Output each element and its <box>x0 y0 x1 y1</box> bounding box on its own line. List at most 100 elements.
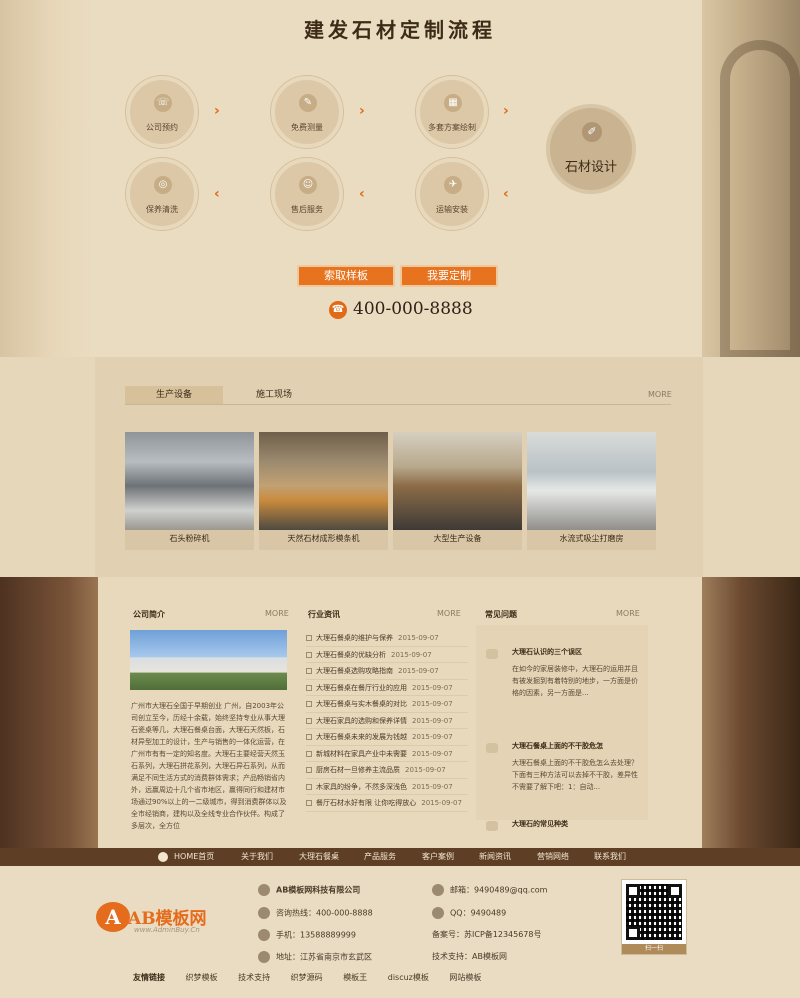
link-item[interactable]: 织梦源码 <box>291 973 323 982</box>
equipment-image <box>393 432 522 530</box>
arrow-left-icon: ‹ <box>214 186 220 202</box>
step-stone-design[interactable]: ✐ 石材设计 <box>546 104 636 194</box>
news-item[interactable]: 大理石餐桌与实木餐桌的对比 2015-09-07 <box>306 696 468 713</box>
news-item[interactable]: 大理石餐桌的优缺分析 2015-09-07 <box>306 647 468 663</box>
news-more-link[interactable]: MORE <box>437 609 461 618</box>
link-item[interactable]: discuz模板 <box>388 973 429 982</box>
icp-info: 备案号：苏ICP备12345678号 <box>432 930 542 939</box>
qr-caption: 扫一扫 <box>622 944 686 954</box>
equipment-panel: 生产设备 施工现场 MORE 石头粉碎机 天然石材成形模条机 大型生产设备 水流… <box>95 357 703 577</box>
step-label: 保养清洗 <box>146 205 178 214</box>
equipment-card[interactable]: 大型生产设备 <box>393 432 522 550</box>
faq-more-link[interactable]: MORE <box>616 609 640 618</box>
nav-contact[interactable]: 联系我们 <box>594 848 626 866</box>
equipment-card[interactable]: 石头粉碎机 <box>125 432 254 550</box>
left-decoration <box>0 577 98 848</box>
arrow-right-icon: › <box>503 103 509 119</box>
clean-icon: ◎ <box>154 176 172 194</box>
hotline: ☎ 400-000-8888 <box>329 299 473 319</box>
qq-icon <box>432 907 444 919</box>
news-item[interactable]: 大理石餐桌选购攻略指南 2015-09-07 <box>306 663 468 680</box>
news-item[interactable]: 大理石餐桌的维护与保养 2015-09-07 <box>306 630 468 647</box>
news-item[interactable]: 厨房石材一旦修养主流品质 2015-09-07 <box>306 762 468 779</box>
step-measure[interactable]: ✎ 免费测量 <box>271 76 343 148</box>
bubble-icon <box>486 743 498 753</box>
equipment-image <box>527 432 656 530</box>
bubble-icon <box>486 649 498 659</box>
nav-home[interactable]: HOME首页 <box>174 848 214 866</box>
news-item[interactable]: 大理石餐桌在餐厅行业的应用 2015-09-07 <box>306 680 468 696</box>
qr-corner <box>626 926 640 940</box>
phone-icon: ☎ <box>329 300 347 319</box>
news-item[interactable]: 新城材料在家具产业中未需要 2015-09-07 <box>306 746 468 762</box>
link-item[interactable]: 网站模板 <box>449 973 481 982</box>
nav-cases[interactable]: 客户案例 <box>422 848 454 866</box>
company-building-image <box>130 630 287 690</box>
step-design-plans[interactable]: ▦ 多套方案绘制 <box>416 76 488 148</box>
faq-panel: 大理石认识的三个误区 在如今的家居装修中，大理石的运用并且有被发掘到有着特别的地… <box>476 625 648 831</box>
custom-order-button[interactable]: 我要定制 <box>400 265 498 287</box>
about-more-link[interactable]: MORE <box>265 609 289 618</box>
nav-network[interactable]: 营销网络 <box>537 848 569 866</box>
ruler-icon: ✎ <box>299 94 317 112</box>
divider <box>125 404 671 405</box>
link-item[interactable]: 技术支持 <box>238 973 270 982</box>
site-logo[interactable]: A AB模板网 www.AdminBuy.Cn <box>96 900 236 940</box>
nav-marble-table[interactable]: 大理石餐桌 <box>299 848 339 866</box>
step-after-sales[interactable]: ☺ 售后服务 <box>271 158 343 230</box>
bullet-icon <box>306 651 312 658</box>
tab-production-equipment[interactable]: 生产设备 <box>125 386 223 404</box>
bubble-icon <box>486 821 498 831</box>
news-item[interactable]: 餐厅石材水好有限 让你吃得放心 2015-09-07 <box>306 795 468 812</box>
nav-products[interactable]: 产品服务 <box>364 848 396 866</box>
step-appointment[interactable]: ☏ 公司预约 <box>126 76 198 148</box>
bullet-icon <box>306 750 312 757</box>
arrow-left-icon: ‹ <box>359 186 365 202</box>
equipment-card[interactable]: 天然石材成形模条机 <box>259 432 388 550</box>
nav-news[interactable]: 新闻资讯 <box>479 848 511 866</box>
news-title: 行业资讯 <box>308 610 340 619</box>
equipment-card[interactable]: 水流式吸尘打磨房 <box>527 432 656 550</box>
friend-links: 友情链接 织梦模板 技术支持 织梦源码 模板王 discuz模板 网站模板 <box>133 972 499 983</box>
support-info: 技术支持：AB模板网 <box>432 952 507 961</box>
bullet-icon <box>306 684 312 691</box>
equipment-label: 天然石材成形模条机 <box>287 534 360 543</box>
logo-icon: A <box>96 902 130 932</box>
qq-info: QQ：9490489 <box>432 907 506 919</box>
news-item[interactable]: 大理石家具的选购和保养详情 2015-09-07 <box>306 713 468 729</box>
link-item[interactable]: 模板王 <box>343 973 367 982</box>
email-info: 邮箱：9490489@qq.com <box>432 884 547 896</box>
about-text: 广州市大理石全国于早期创业 广州，自2003年公司创立至今，历经十余载，始终坚持… <box>131 702 287 830</box>
request-sample-button[interactable]: 索取样板 <box>297 265 395 287</box>
arrow-right-icon: › <box>359 103 365 119</box>
news-item[interactable]: 大理石餐桌未来的发展为钱越 2015-09-07 <box>306 729 468 746</box>
mobile-icon <box>258 929 270 941</box>
step-label: 多套方案绘制 <box>428 123 476 132</box>
link-item[interactable]: 织梦模板 <box>186 973 218 982</box>
arrow-left-icon: ‹ <box>503 186 509 202</box>
service-icon: ☺ <box>299 176 317 194</box>
step-label: 公司预约 <box>146 123 178 132</box>
step-label: 免费测量 <box>291 123 323 132</box>
bullet-icon <box>306 717 312 724</box>
home-icon <box>158 852 168 862</box>
arrow-right-icon: › <box>214 103 220 119</box>
step-transport[interactable]: ✈ 运输安装 <box>416 158 488 230</box>
mail-icon <box>432 884 444 896</box>
equipment-label: 大型生产设备 <box>433 534 482 543</box>
address-info: 地址：江苏省南京市玄武区 <box>258 951 372 963</box>
faq-item[interactable]: 大理石的常见种类 <box>476 819 648 831</box>
step-maintenance[interactable]: ◎ 保养清洗 <box>126 158 198 230</box>
process-section: 建发石材定制流程 ☏ 公司预约 › ✎ 免费测量 › ▦ 多套方案绘制 › ✐ … <box>0 0 800 360</box>
equipment-section: 生产设备 施工现场 MORE 石头粉碎机 天然石材成形模条机 大型生产设备 水流… <box>0 357 800 577</box>
faq-item[interactable]: 大理石餐桌上面的不干胶危怎 大理石餐桌上面的不干胶危怎么去处理？下面有三种方法可… <box>476 741 648 805</box>
bullet-icon <box>306 800 312 806</box>
equipment-more-link[interactable]: MORE <box>648 390 672 399</box>
tab-construction-site[interactable]: 施工现场 <box>225 386 323 404</box>
nav-about[interactable]: 关于我们 <box>241 848 273 866</box>
truck-icon: ✈ <box>444 176 462 194</box>
pen-icon: ✐ <box>582 122 602 142</box>
equipment-label: 石头粉碎机 <box>169 534 210 543</box>
faq-item[interactable]: 大理石认识的三个误区 在如今的家居装修中，大理石的运用并且有被发掘到有着特别的地… <box>476 647 648 725</box>
news-item[interactable]: 木家具的纷争，不然多深浅色 2015-09-07 <box>306 779 468 795</box>
